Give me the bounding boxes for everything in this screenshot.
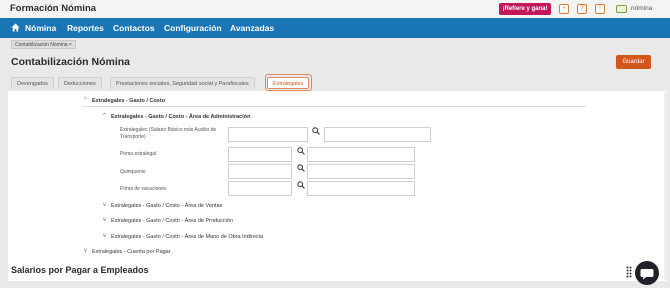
chat-icon [640, 269, 654, 280]
account-name-field[interactable] [307, 181, 415, 196]
nav-item-contactos[interactable]: Contactos [113, 23, 155, 33]
tab-extralegales[interactable]: Extralegales [267, 77, 310, 89]
chat-button[interactable] [635, 261, 659, 285]
search-icon[interactable] [297, 147, 305, 155]
search-icon[interactable] [297, 164, 305, 172]
chevron-down-icon[interactable]: v [103, 233, 106, 239]
plus-icon[interactable]: + [559, 4, 569, 14]
section-produccion[interactable]: Extralegales - Gasto / Costo - Área de P… [111, 218, 233, 224]
account-input[interactable] [228, 127, 308, 142]
notification-icon[interactable]: ! [595, 4, 605, 14]
refer-button[interactable]: ¡Refiere y gana! [499, 3, 551, 15]
account-input[interactable] [228, 181, 292, 196]
user-avatar-icon[interactable] [616, 5, 627, 13]
search-icon[interactable] [312, 127, 320, 135]
chevron-down-icon[interactable]: v [103, 217, 106, 223]
open-tab-chip[interactable]: Contabilización Nómina × [11, 40, 76, 49]
drag-handle-icon[interactable] [626, 266, 632, 278]
nav-item-avanzadas[interactable]: Avanzadas [230, 23, 274, 33]
account-name-field[interactable] [307, 164, 415, 179]
search-icon[interactable] [297, 181, 305, 189]
top-bar: Formación Nómina ¡Refiere y gana! + ? ! … [0, 0, 670, 18]
chevron-down-icon[interactable]: v [103, 202, 106, 208]
page-title: Contabilización Nómina [11, 56, 131, 68]
section-title: Salarios por Pagar a Empleados [11, 265, 149, 275]
field-label: Quinquenio [120, 169, 146, 175]
field-label: Extralegales (Salario Básico más Auxilio… [120, 127, 217, 140]
home-icon[interactable] [11, 23, 20, 32]
account-input[interactable] [228, 164, 292, 179]
account-name-field[interactable] [324, 127, 431, 142]
user-name[interactable]: nómina [631, 5, 652, 12]
account-input[interactable] [228, 147, 292, 162]
field-label: Prima extralegal [120, 151, 157, 157]
save-button[interactable]: Guardar [616, 55, 651, 69]
section-ventas[interactable]: Extralegales - Gasto / Costo - Área de V… [111, 203, 222, 209]
chevron-up-icon[interactable]: ^ [84, 97, 87, 103]
field-label: Prima de vacaciones [120, 186, 167, 192]
app-title: Formación Nómina [10, 3, 97, 14]
section-admin[interactable]: Extralegales - Gasto / Costo - Área de A… [111, 114, 250, 120]
chevron-down-icon[interactable]: v [84, 248, 87, 254]
nav-item-configuracion[interactable]: Configuración [164, 23, 222, 33]
tab-deducciones[interactable]: Deducciones [58, 77, 102, 89]
tab-devengados[interactable]: Devengados [11, 77, 54, 89]
section-payable[interactable]: Extralegales - Cuenta por Pagar [92, 249, 171, 255]
chevron-up-icon[interactable]: ^ [103, 113, 106, 119]
scrollbar[interactable] [664, 92, 667, 280]
nav-item-reportes[interactable]: Reportes [67, 23, 104, 33]
account-name-field[interactable] [307, 147, 415, 162]
section-mano-obra[interactable]: Extralegales - Gasto / Costo - Área de M… [111, 234, 263, 240]
section-root[interactable]: Extralegales - Gasto / Costo [92, 98, 165, 104]
main-nav: Nómina Reportes Contactos Configuración … [0, 18, 670, 38]
nav-item-nomina[interactable]: Nómina [25, 23, 56, 33]
tab-prestaciones[interactable]: Prestaciones sociales, Seguridad social … [110, 77, 255, 89]
help-icon[interactable]: ? [577, 4, 587, 14]
divider [82, 106, 586, 107]
